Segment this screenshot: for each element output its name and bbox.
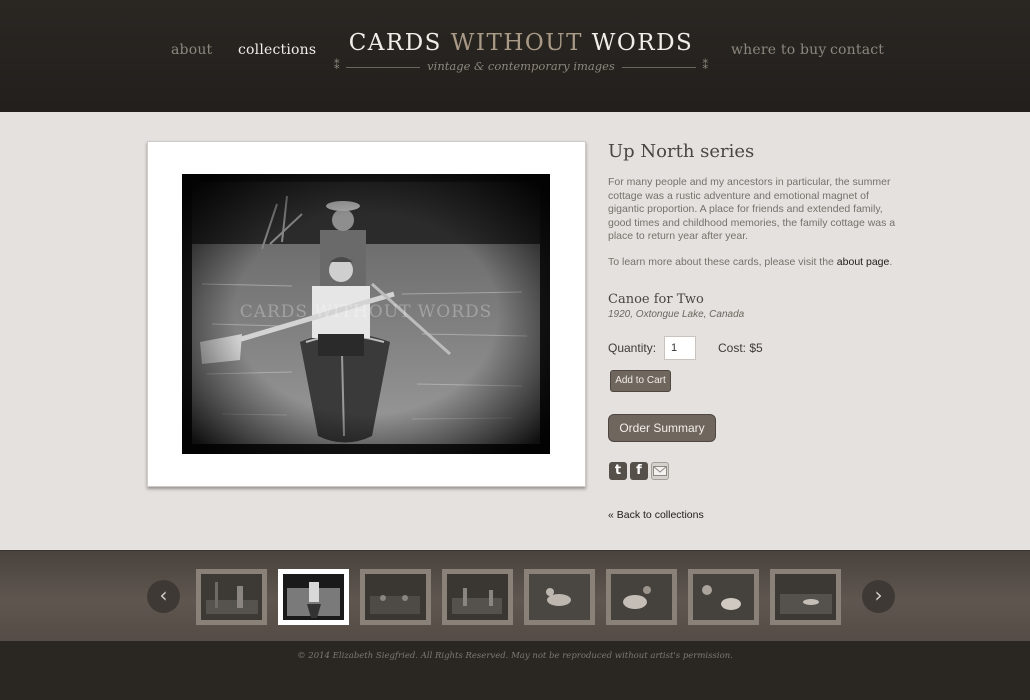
email-icon[interactable] (651, 462, 669, 480)
thumbnail-image (365, 574, 426, 620)
thumbnail-1[interactable] (196, 569, 267, 625)
thumbnail-8[interactable] (770, 569, 841, 625)
product-image-frame: CARDS WITHOUT WORDS (147, 141, 586, 487)
back-to-collections-link[interactable]: « Back to collections (608, 509, 704, 521)
site-footer: © 2014 Elizabeth Siegfried. All Rights R… (0, 641, 1030, 700)
facebook-icon[interactable]: f (630, 462, 648, 480)
thumbnail-image (447, 574, 508, 620)
thumbnail-7[interactable] (688, 569, 759, 625)
quantity-input[interactable] (664, 336, 696, 360)
thumbnail-5[interactable] (524, 569, 595, 625)
logo-ornament-left: ⁑ (334, 59, 340, 72)
learn-more-text: To learn more about these cards, please … (608, 256, 893, 268)
thumbnail-6[interactable] (606, 569, 677, 625)
thumbnail-image (611, 574, 672, 620)
image-watermark: CARDS WITHOUT WORDS (239, 302, 493, 322)
logo-title: CARDS WITHOUT WORDS (348, 30, 694, 56)
thumbnail-image (283, 574, 344, 620)
site-logo[interactable]: CARDS WITHOUT WORDS ⁑ vintage & contempo… (334, 30, 708, 75)
add-to-cart-button[interactable]: Add to Cart (610, 370, 671, 392)
product-photo[interactable]: CARDS WITHOUT WORDS (182, 174, 550, 454)
thumbnail-carousel: ‹ › (0, 550, 1030, 641)
logo-rule-right (622, 67, 696, 68)
nav-collections[interactable]: collections (238, 42, 316, 58)
carousel-prev-button[interactable]: ‹ (147, 580, 180, 613)
about-page-link[interactable]: about page (837, 256, 890, 268)
order-summary-button[interactable]: Order Summary (608, 414, 716, 442)
carousel-next-button[interactable]: › (862, 580, 895, 613)
cost-label: Cost: $5 (718, 341, 763, 355)
twitter-icon[interactable]: t (609, 462, 627, 480)
thumbnail-image (529, 574, 590, 620)
copyright-text: © 2014 Elizabeth Siegfried. All Rights R… (297, 651, 733, 661)
quantity-label: Quantity: (608, 341, 657, 355)
nav-where-to-buy[interactable]: where to buy (731, 42, 827, 58)
series-description: For many people and my ancestors in part… (608, 176, 896, 242)
logo-tagline: vintage & contemporary images (427, 59, 615, 73)
card-subtitle: 1920, Oxtongue Lake, Canada (608, 309, 745, 320)
nav-contact[interactable]: contact (830, 42, 884, 58)
envelope-icon (653, 466, 667, 476)
logo-rule: ⁑ vintage & contemporary images ⁑ (334, 59, 708, 75)
card-title: Canoe for Two (608, 292, 704, 307)
thumbnail-2[interactable] (278, 569, 349, 625)
thumbnail-3[interactable] (360, 569, 431, 625)
thumbnail-4[interactable] (442, 569, 513, 625)
logo-rule-left (346, 67, 420, 68)
series-title: Up North series (608, 141, 755, 162)
thumbnail-image (201, 574, 262, 620)
site-header: about collections CARDS WITHOUT WORDS ⁑ … (0, 0, 1030, 112)
nav-about[interactable]: about (171, 42, 212, 58)
thumbnail-image (693, 574, 754, 620)
logo-ornament-right: ⁑ (702, 59, 709, 72)
thumbnail-image (775, 574, 836, 620)
